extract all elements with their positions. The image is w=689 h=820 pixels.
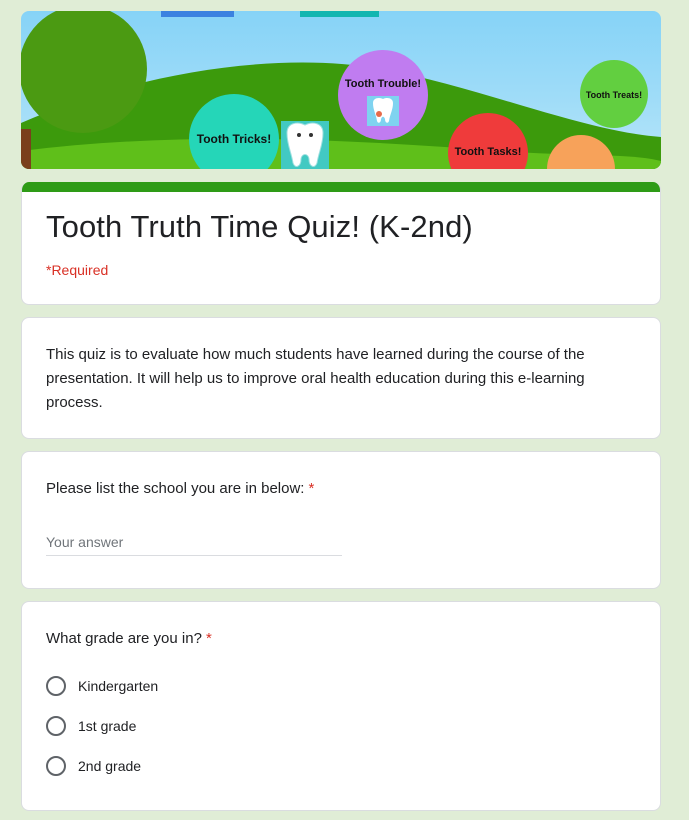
radio-circle-icon[interactable] [46,716,66,736]
radio-option-2nd-grade[interactable]: 2nd grade [46,754,141,778]
title-accent-bar [22,182,660,192]
question-card-school: Please list the school you are in below:… [21,451,661,589]
tooth-mascot-eye [297,133,301,137]
banner-illustration: Tooth Tricks! Tooth Trouble! Tooth Tasks… [21,11,661,169]
banner-tree-trunk [21,129,31,169]
form-description: This quiz is to evaluate how much studen… [46,346,585,411]
radio-option-label: Kindergarten [78,678,159,694]
bubble-label-treats: Tooth Treats! [586,90,642,100]
form-title-card: Tooth Truth Time Quiz! (K-2nd) *Required [21,182,661,305]
form-description-card: This quiz is to evaluate how much studen… [21,317,661,439]
bubble-label-tasks: Tooth Tasks! [455,146,522,158]
question-text: Please list the school you are in below: [46,480,305,497]
tooth-mascot-eye [309,133,313,137]
bubble-label-trouble: Tooth Trouble! [345,78,421,90]
bubble-tooth-trouble [338,50,428,140]
required-note: *Required [46,262,109,278]
header-banner: Tooth Tricks! Tooth Trouble! Tooth Tasks… [21,11,661,169]
cavity-icon [376,111,382,117]
school-answer-input[interactable] [46,531,342,553]
question-title-school: Please list the school you are in below:… [46,480,314,497]
required-asterisk: * [205,630,212,647]
page-title: Tooth Truth Time Quiz! (K-2nd) [46,209,473,244]
radio-circle-icon[interactable] [46,676,66,696]
required-asterisk: * [308,480,315,497]
banner-bar-teal [300,11,379,17]
question-text: What grade are you in? [46,630,202,647]
radio-option-kindergarten[interactable]: Kindergarten [46,674,158,698]
school-answer-field [46,531,342,556]
banner-bar-blue [161,11,234,17]
bubble-label-tricks: Tooth Tricks! [197,132,271,146]
radio-option-1st-grade[interactable]: 1st grade [46,714,136,738]
question-card-grade: What grade are you in? * Kindergarten 1st… [21,601,661,811]
question-title-grade: What grade are you in? * [46,630,212,647]
radio-option-label: 1st grade [78,718,137,734]
radio-option-label: 2nd grade [78,758,142,774]
radio-circle-icon[interactable] [46,756,66,776]
